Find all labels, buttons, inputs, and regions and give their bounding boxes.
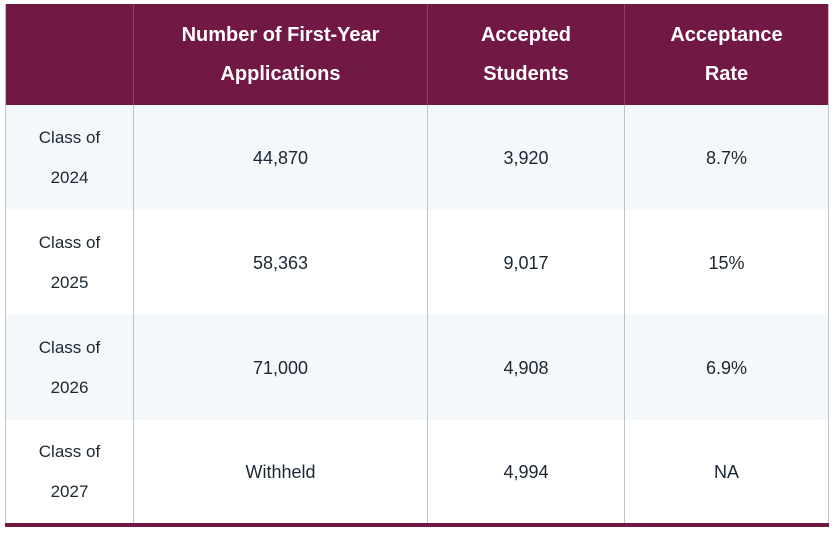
table-header: Number of First-Year Applications Accept… xyxy=(5,4,829,105)
cell-acceptance-rate: 8.7% xyxy=(624,105,829,210)
cell-acceptance-rate: NA xyxy=(624,420,829,525)
table-row: Class of 2025 58,363 9,017 15% xyxy=(5,210,829,315)
cell-applications: 58,363 xyxy=(133,210,428,315)
row-label-class-of-2027: Class of 2027 xyxy=(5,420,134,525)
header-cell-applications: Number of First-Year Applications xyxy=(133,4,428,105)
cell-accepted: 4,908 xyxy=(427,315,625,420)
row-label-line2: 2026 xyxy=(50,377,89,397)
row-label-class-of-2026: Class of 2026 xyxy=(5,315,134,420)
row-label-line1: Class of xyxy=(38,441,101,461)
table-row: Class of 2026 71,000 4,908 6.9% xyxy=(5,315,829,420)
row-label-line1: Class of xyxy=(38,232,101,252)
table-row: Class of 2027 Withheld 4,994 NA xyxy=(5,420,829,525)
header-row: Number of First-Year Applications Accept… xyxy=(5,4,829,105)
row-label-line2: 2025 xyxy=(50,272,89,292)
header-rate-line2: Rate xyxy=(704,62,749,85)
header-cell-accepted: Accepted Students xyxy=(427,4,625,105)
cell-accepted: 3,920 xyxy=(427,105,625,210)
header-accepted-line1: Accepted xyxy=(480,23,572,46)
cell-accepted: 4,994 xyxy=(427,420,625,525)
header-rate-line1: Acceptance xyxy=(670,23,783,46)
header-accepted-line2: Students xyxy=(483,62,569,85)
table-row: Class of 2024 44,870 3,920 8.7% xyxy=(5,105,829,210)
admissions-statistics-table: Number of First-Year Applications Accept… xyxy=(5,4,829,527)
row-label-line1: Class of xyxy=(38,337,101,357)
cell-accepted: 9,017 xyxy=(427,210,625,315)
header-applications-line2: Applications xyxy=(220,62,341,85)
table-body: Class of 2024 44,870 3,920 8.7% Class of… xyxy=(5,105,829,525)
cell-applications: 44,870 xyxy=(133,105,428,210)
row-label-class-of-2024: Class of 2024 xyxy=(5,105,134,210)
cell-applications: Withheld xyxy=(133,420,428,525)
row-label-line1: Class of xyxy=(38,127,101,147)
header-cell-blank xyxy=(6,4,134,105)
header-cell-acceptance-rate: Acceptance Rate xyxy=(624,4,829,105)
table-container: Number of First-Year Applications Accept… xyxy=(0,0,835,535)
cell-applications: 71,000 xyxy=(133,315,428,420)
cell-acceptance-rate: 15% xyxy=(624,210,829,315)
header-applications-line1: Number of First-Year xyxy=(181,23,380,46)
row-label-line2: 2024 xyxy=(50,167,89,187)
cell-acceptance-rate: 6.9% xyxy=(624,315,829,420)
row-label-class-of-2025: Class of 2025 xyxy=(5,210,134,315)
row-label-line2: 2027 xyxy=(50,481,89,501)
